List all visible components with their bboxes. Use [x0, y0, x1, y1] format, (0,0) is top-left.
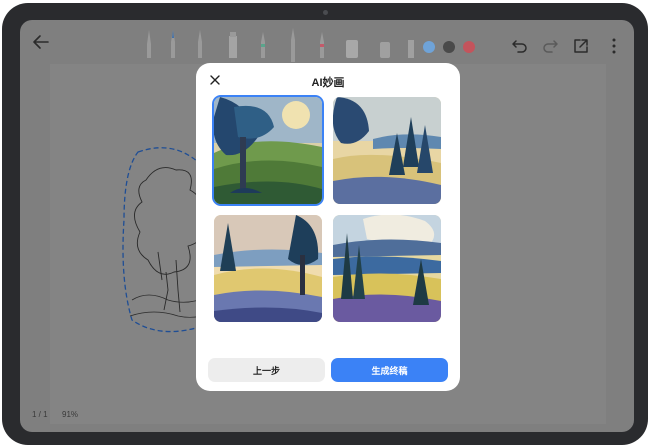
- calligraphy-pen-icon[interactable]: [317, 28, 327, 58]
- image-grid: [214, 97, 442, 323]
- ai-painting-dialog: AI妙画 上一步 生成终稿: [196, 63, 460, 391]
- eraser-icon[interactable]: [344, 28, 360, 58]
- tablet-device: 1 / 1 91% AI妙画 上一步 生成终稿: [2, 3, 648, 445]
- fountain-pen-icon[interactable]: [168, 28, 178, 58]
- generate-final-button[interactable]: 生成终稿: [331, 358, 448, 382]
- previous-step-button[interactable]: 上一步: [208, 358, 325, 382]
- share-icon[interactable]: [571, 36, 591, 56]
- camera-dot: [323, 10, 328, 15]
- brush-icon[interactable]: [288, 28, 298, 62]
- redo-icon[interactable]: [540, 36, 560, 56]
- ruler-icon[interactable]: [406, 28, 416, 58]
- undo-icon[interactable]: [510, 36, 530, 56]
- painting-option-3[interactable]: [214, 215, 322, 322]
- screen: 1 / 1 91% AI妙画 上一步 生成终稿: [20, 20, 634, 432]
- color-swatch-blue[interactable]: [423, 41, 435, 53]
- marker-icon[interactable]: [226, 28, 240, 58]
- lasso-icon[interactable]: [378, 28, 392, 58]
- arrow-left-icon[interactable]: [30, 32, 52, 52]
- color-swatch-dark[interactable]: [443, 41, 455, 53]
- zoom-level: 91%: [62, 410, 79, 419]
- painting-option-4[interactable]: [333, 215, 441, 322]
- page-indicator: 1 / 1: [32, 410, 48, 419]
- painting-option-1[interactable]: [214, 97, 322, 204]
- more-icon[interactable]: [604, 36, 624, 56]
- pencil-icon[interactable]: [195, 28, 205, 58]
- dialog-title: AI妙画: [311, 77, 345, 89]
- top-toolbar: [20, 20, 634, 62]
- pen-icon[interactable]: [144, 28, 154, 58]
- painting-option-2[interactable]: [333, 97, 441, 204]
- highlighter-icon[interactable]: [258, 28, 268, 58]
- color-swatch-red[interactable]: [463, 41, 475, 53]
